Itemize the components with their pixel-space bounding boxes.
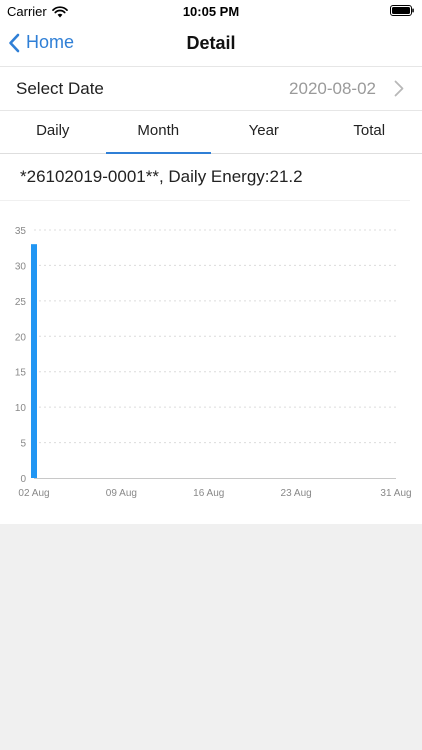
- tab-year[interactable]: Year: [211, 111, 317, 153]
- period-tabs: Daily Month Year Total: [0, 111, 422, 154]
- y-tick-label: 5: [20, 439, 26, 450]
- selected-date-value: 2020-08-02: [289, 79, 376, 98]
- back-button[interactable]: Home: [8, 32, 74, 53]
- y-tick-label: 35: [15, 226, 27, 237]
- tab-month[interactable]: Month: [105, 111, 212, 154]
- y-tick-label: 25: [15, 297, 27, 308]
- back-button-label: Home: [26, 32, 75, 52]
- navigation-bar: Home Detail: [0, 22, 422, 67]
- select-date-row[interactable]: Select Date 2020-08-02: [0, 67, 422, 111]
- x-tick-label: 31 Aug: [380, 488, 411, 499]
- chevron-right-icon: [394, 80, 404, 97]
- x-tick-label: 23 Aug: [281, 488, 312, 499]
- y-tick-label: 30: [15, 261, 27, 272]
- data-bar: [31, 244, 37, 478]
- device-energy-text: *26102019-0001**, Daily Energy:21.2: [20, 167, 303, 186]
- tab-total[interactable]: Total: [317, 111, 422, 153]
- y-tick-label: 20: [15, 332, 27, 343]
- status-bar: Carrier 10:05 PM: [0, 0, 422, 22]
- y-tick-label: 10: [15, 403, 27, 414]
- select-date-label: Select Date: [16, 79, 104, 98]
- chevron-left-icon: [9, 33, 20, 52]
- battery-icon: [390, 5, 414, 16]
- y-tick-label: 15: [15, 368, 27, 379]
- screen: Carrier 10:05 PM Home Detail Select Date…: [0, 0, 422, 750]
- x-tick-label: 09 Aug: [106, 488, 137, 499]
- energy-bar-chart: 0 5 10 15 20 25 30 35 02 Aug 09 Aug 16 Aug 23 Aug 31…: [15, 226, 412, 499]
- device-energy-summary: *26102019-0001**, Daily Energy:21.2: [0, 154, 410, 201]
- status-time: 10:05 PM: [182, 4, 240, 19]
- tab-daily[interactable]: Daily: [0, 111, 106, 153]
- x-tick-label: 16 Aug: [193, 488, 224, 499]
- y-tick-label: 0: [20, 474, 26, 485]
- x-tick-label: 02 Aug: [18, 488, 49, 499]
- content-panel: Carrier 10:05 PM Home Detail Select Date…: [0, 0, 422, 524]
